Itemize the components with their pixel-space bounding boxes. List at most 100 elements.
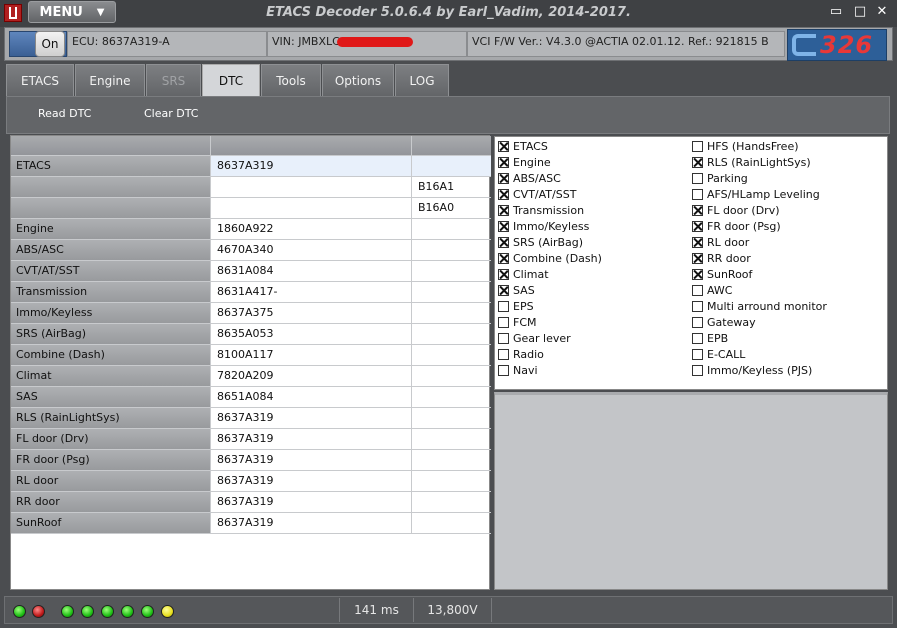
- table-row[interactable]: ETACS 8637A319: [11, 156, 491, 177]
- checkbox-unchecked-icon[interactable]: [498, 333, 509, 344]
- tab-options[interactable]: Options: [322, 64, 394, 96]
- minimize-icon[interactable]: ▭: [826, 4, 846, 22]
- module-checkbox[interactable]: AWC: [692, 283, 732, 298]
- tab-etacs[interactable]: ETACS: [6, 64, 74, 96]
- module-checkbox[interactable]: HFS (HandsFree): [692, 139, 799, 154]
- module-checkbox-label: Multi arround monitor: [707, 300, 827, 313]
- checkbox-unchecked-icon[interactable]: [692, 189, 703, 200]
- checkbox-unchecked-icon[interactable]: [498, 349, 509, 360]
- checkbox-unchecked-icon[interactable]: [498, 317, 509, 328]
- module-checkbox[interactable]: Parking: [692, 171, 748, 186]
- checkbox-checked-icon[interactable]: [692, 157, 703, 168]
- table-row[interactable]: CVT/AT/SST 8631A084: [11, 261, 491, 282]
- table-row[interactable]: SAS 8651A084: [11, 387, 491, 408]
- maximize-icon[interactable]: □: [850, 4, 870, 22]
- checkbox-checked-icon[interactable]: [692, 253, 703, 264]
- module-checkbox[interactable]: EPB: [692, 331, 728, 346]
- checkbox-checked-icon[interactable]: [498, 205, 509, 216]
- header-cell-dtc[interactable]: [412, 136, 491, 156]
- table-row[interactable]: Immo/Keyless 8637A375: [11, 303, 491, 324]
- tab-srs[interactable]: SRS: [146, 64, 201, 96]
- module-checkbox[interactable]: RLS (RainLightSys): [692, 155, 811, 170]
- clear-dtc-button[interactable]: Clear DTC: [144, 107, 199, 120]
- tab-log[interactable]: LOG: [395, 64, 449, 96]
- tab-tools[interactable]: Tools: [261, 64, 321, 96]
- module-checkbox[interactable]: FR door (Psg): [692, 219, 781, 234]
- checkbox-checked-icon[interactable]: [498, 285, 509, 296]
- module-checkbox[interactable]: SunRoof: [692, 267, 752, 282]
- table-row[interactable]: SunRoof 8637A319: [11, 513, 491, 534]
- checkbox-unchecked-icon[interactable]: [692, 365, 703, 376]
- checkbox-unchecked-icon[interactable]: [692, 301, 703, 312]
- module-checkbox[interactable]: Multi arround monitor: [692, 299, 827, 314]
- table-row[interactable]: FR door (Psg) 8637A319: [11, 450, 491, 471]
- checkbox-checked-icon[interactable]: [692, 221, 703, 232]
- module-checkbox[interactable]: FL door (Drv): [692, 203, 780, 218]
- module-checkbox-label: Gateway: [707, 316, 756, 329]
- checkbox-unchecked-icon[interactable]: [498, 365, 509, 376]
- module-checkbox[interactable]: EPS: [498, 299, 534, 314]
- checkbox-unchecked-icon[interactable]: [498, 301, 509, 312]
- tab-dtc[interactable]: DTC: [202, 64, 260, 97]
- checkbox-checked-icon[interactable]: [498, 269, 509, 280]
- checkbox-checked-icon[interactable]: [498, 221, 509, 232]
- module-checkbox[interactable]: Climat: [498, 267, 549, 282]
- checkbox-unchecked-icon[interactable]: [692, 317, 703, 328]
- checkbox-unchecked-icon[interactable]: [692, 349, 703, 360]
- table-row[interactable]: SRS (AirBag) 8635A053: [11, 324, 491, 345]
- checkbox-unchecked-icon[interactable]: [692, 173, 703, 184]
- checkbox-checked-icon[interactable]: [498, 237, 509, 248]
- table-row[interactable]: RR door 8637A319: [11, 492, 491, 513]
- module-checkbox[interactable]: SAS: [498, 283, 535, 298]
- close-icon[interactable]: ✕: [872, 4, 892, 22]
- module-checkbox[interactable]: Gateway: [692, 315, 756, 330]
- table-row[interactable]: Transmission 8631A417-: [11, 282, 491, 303]
- checkbox-checked-icon[interactable]: [692, 269, 703, 280]
- table-row[interactable]: B16A0: [11, 198, 491, 219]
- table-row[interactable]: Climat 7820A209: [11, 366, 491, 387]
- table-row[interactable]: FL door (Drv) 8637A319: [11, 429, 491, 450]
- module-checkbox-label: Immo/Keyless: [513, 220, 590, 233]
- module-checkbox[interactable]: E-CALL: [692, 347, 745, 362]
- table-row[interactable]: RL door 8637A319: [11, 471, 491, 492]
- table-row[interactable]: ABS/ASC 4670A340: [11, 240, 491, 261]
- cell-module: Engine: [11, 219, 211, 239]
- tab-engine[interactable]: Engine: [75, 64, 145, 96]
- module-checkbox[interactable]: Navi: [498, 363, 538, 378]
- module-checkbox[interactable]: Gear lever: [498, 331, 571, 346]
- checkbox-unchecked-icon[interactable]: [692, 141, 703, 152]
- module-checkbox[interactable]: Immo/Keyless: [498, 219, 589, 234]
- module-checkbox[interactable]: CVT/AT/SST: [498, 187, 576, 202]
- module-checkbox[interactable]: RR door: [692, 251, 751, 266]
- checkbox-checked-icon[interactable]: [692, 237, 703, 248]
- module-checkbox[interactable]: FCM: [498, 315, 537, 330]
- on-button[interactable]: On: [35, 31, 65, 57]
- module-checkbox[interactable]: Engine: [498, 155, 551, 170]
- module-checkbox[interactable]: Radio: [498, 347, 544, 362]
- module-checkbox[interactable]: ABS/ASC: [498, 171, 561, 186]
- module-checkbox[interactable]: Transmission: [498, 203, 584, 218]
- cell-module: RLS (RainLightSys): [11, 408, 211, 428]
- table-row[interactable]: Combine (Dash) 8100A117: [11, 345, 491, 366]
- table-row[interactable]: B16A1: [11, 177, 491, 198]
- checkbox-checked-icon[interactable]: [498, 189, 509, 200]
- table-row[interactable]: Engine 1860A922: [11, 219, 491, 240]
- module-checkbox[interactable]: Combine (Dash): [498, 251, 602, 266]
- checkbox-checked-icon[interactable]: [498, 141, 509, 152]
- header-cell-part[interactable]: [211, 136, 412, 156]
- module-checkbox[interactable]: ETACS: [498, 139, 548, 154]
- table-row[interactable]: RLS (RainLightSys) 8637A319: [11, 408, 491, 429]
- checkbox-unchecked-icon[interactable]: [692, 333, 703, 344]
- read-dtc-button[interactable]: Read DTC: [38, 107, 91, 120]
- module-checkbox[interactable]: RL door: [692, 235, 749, 250]
- checkbox-checked-icon[interactable]: [498, 157, 509, 168]
- module-checkbox[interactable]: AFS/HLamp Leveling: [692, 187, 820, 202]
- tab-bar: ETACS Engine SRS DTC Tools Options LOG: [6, 64, 450, 97]
- header-cell-module[interactable]: [11, 136, 211, 156]
- module-checkbox[interactable]: Immo/Keyless (PJS): [692, 363, 812, 378]
- checkbox-checked-icon[interactable]: [498, 173, 509, 184]
- checkbox-unchecked-icon[interactable]: [692, 285, 703, 296]
- checkbox-checked-icon[interactable]: [692, 205, 703, 216]
- module-checkbox[interactable]: SRS (AirBag): [498, 235, 583, 250]
- checkbox-checked-icon[interactable]: [498, 253, 509, 264]
